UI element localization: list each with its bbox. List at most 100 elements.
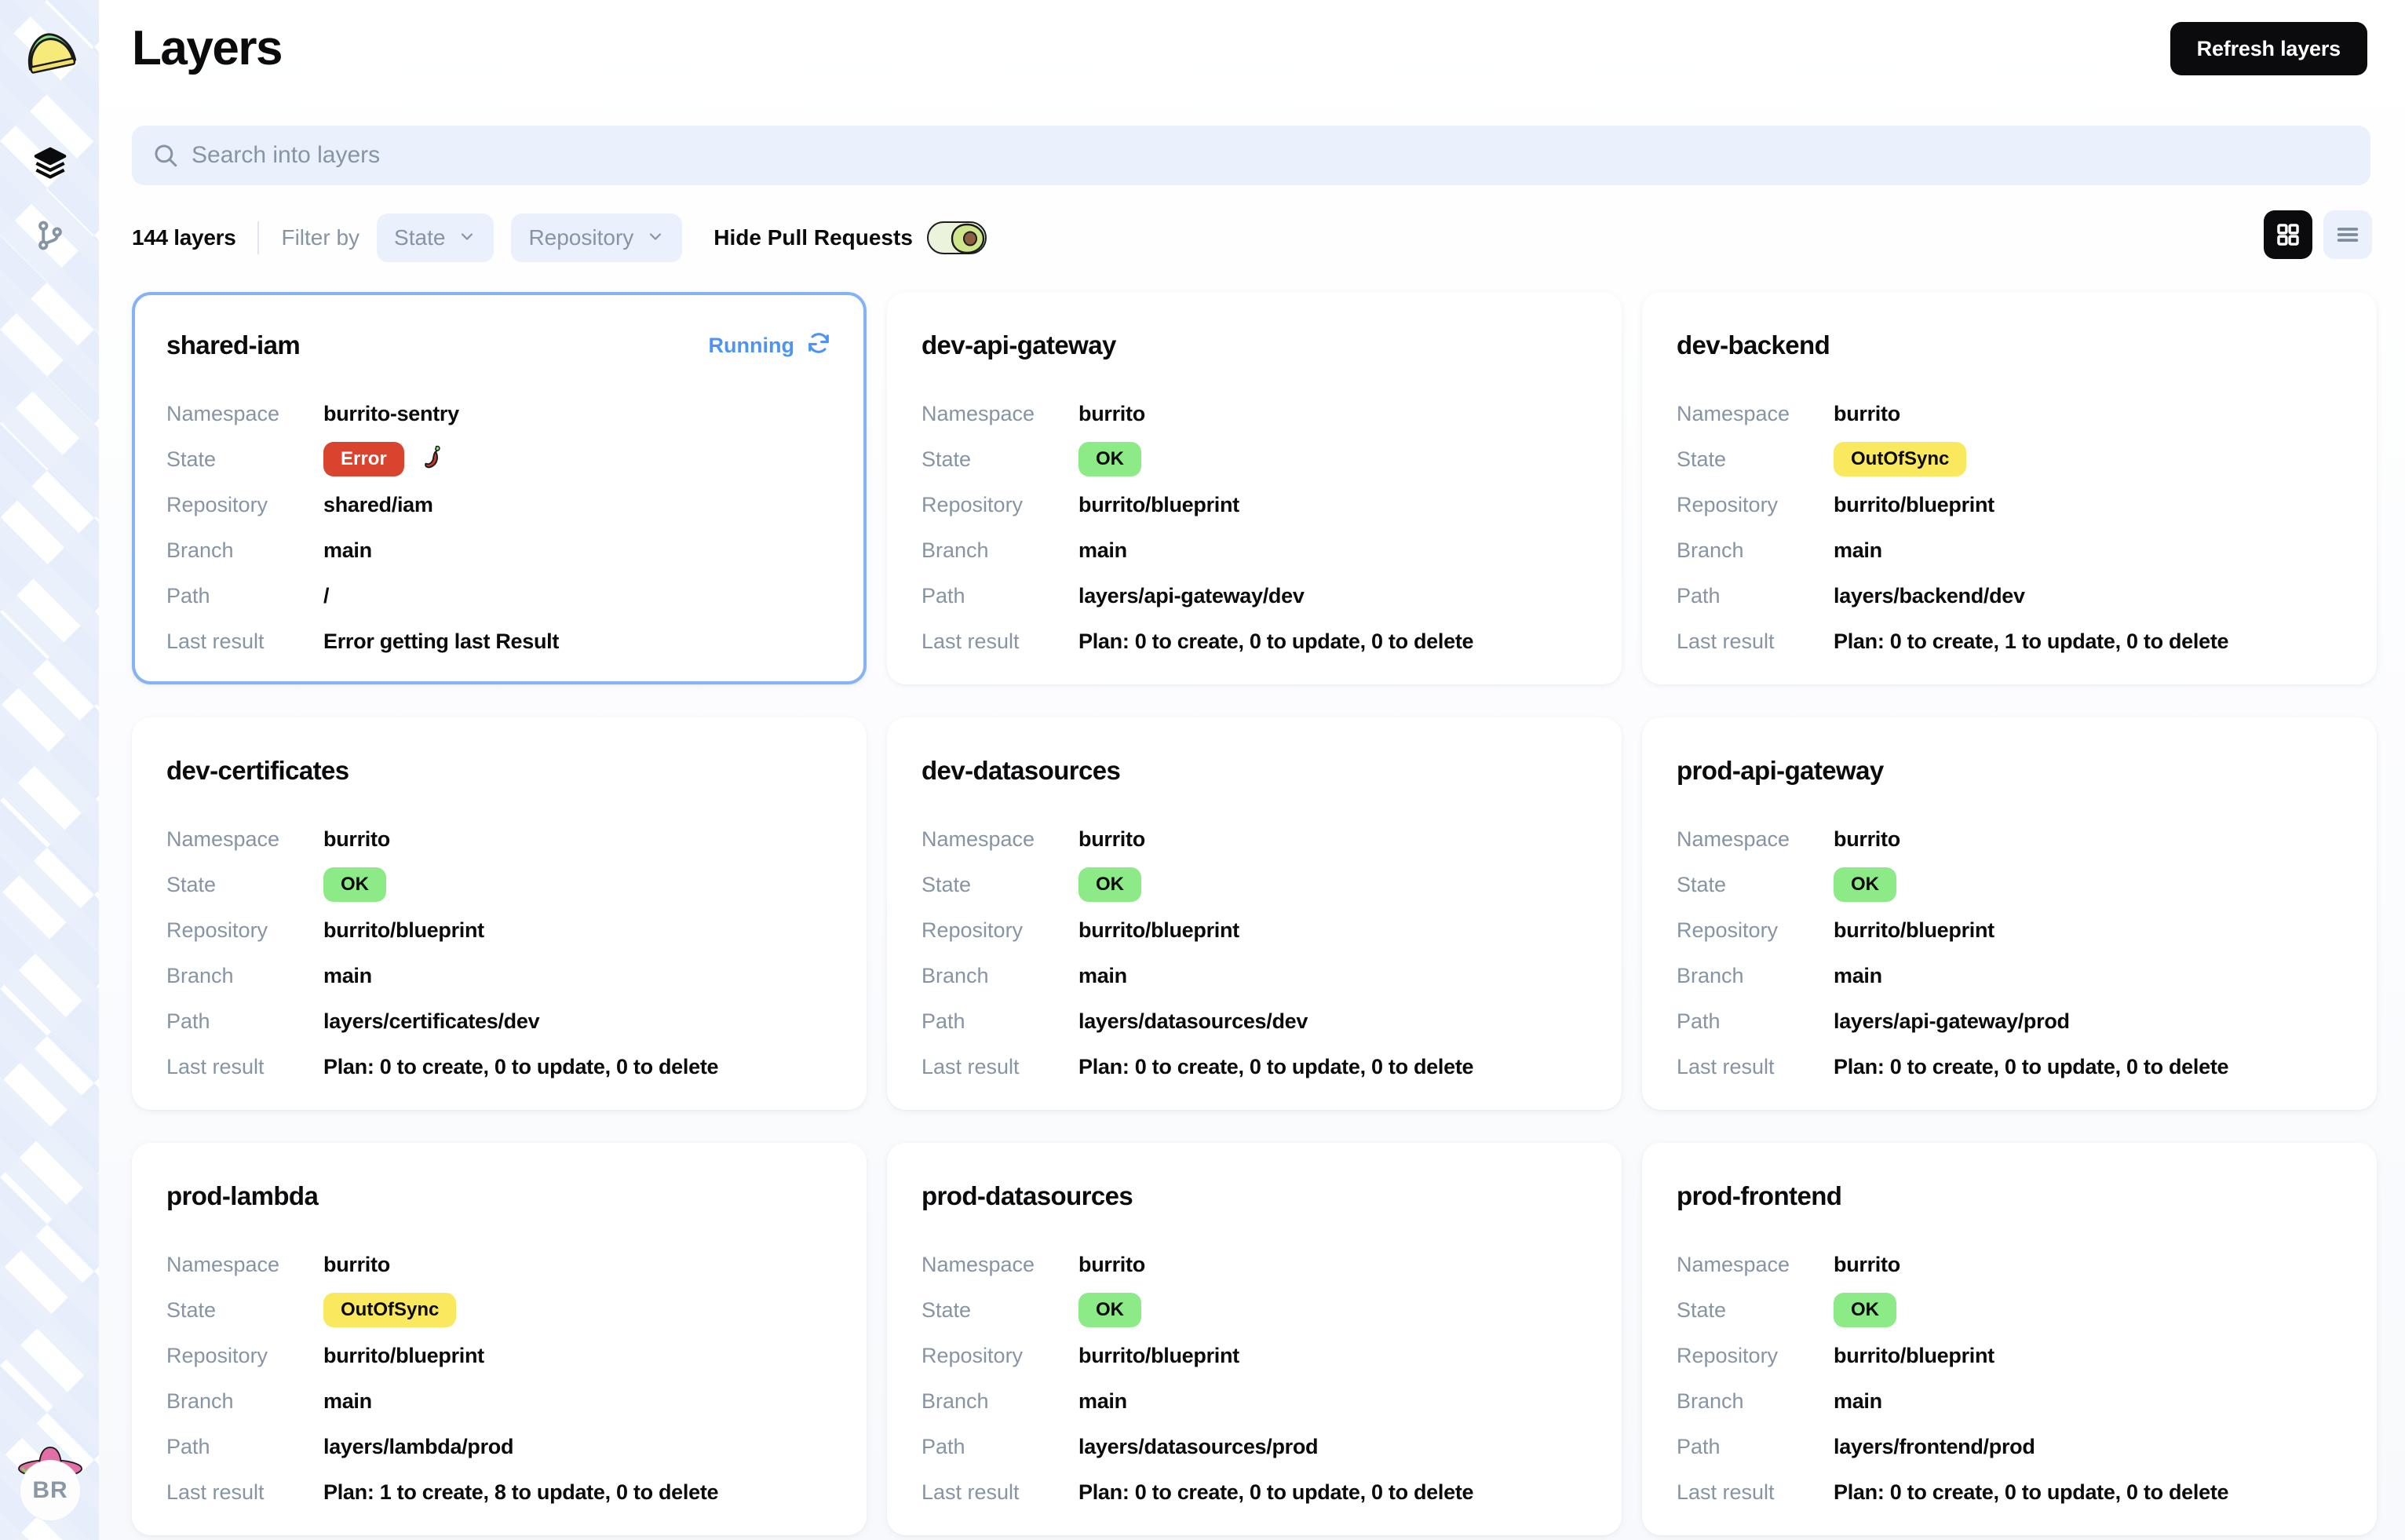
field-label-state: State [1677,873,1834,897]
card-title: prod-frontend [1677,1181,1841,1211]
layer-card[interactable]: prod-datasourcesNamespaceburritoStateOKR… [887,1143,1622,1535]
layer-card[interactable]: dev-backendNamespaceburritoStateOutOfSyn… [1642,292,2377,684]
field-label-namespace: Namespace [921,1253,1078,1277]
status-badge: Error [323,442,404,476]
card-fields: NamespaceburritoStateOutOfSyncRepository… [166,1242,832,1515]
field-value-repository: burrito/blueprint [1834,493,1994,517]
field-repository: Repositoryburrito/blueprint [166,1333,832,1378]
field-last-result: Last resultPlan: 0 to create, 0 to updat… [921,619,1587,664]
field-value-repository: burrito/blueprint [1078,918,1239,943]
field-namespace: Namespaceburrito [1677,816,2342,862]
state-cell: OK [1078,1293,1141,1327]
search-input[interactable] [192,142,2350,169]
field-last-result: Last resultPlan: 0 to create, 0 to updat… [921,1044,1587,1089]
card-title: dev-certificates [166,756,349,786]
card-fields: NamespaceburritoStateOKRepositoryburrito… [921,1242,1587,1515]
search-bar[interactable] [132,126,2370,185]
field-value-last-result: Plan: 0 to create, 0 to update, 0 to del… [1834,1480,2228,1505]
list-view-icon[interactable] [2323,210,2372,259]
field-label-path: Path [1677,1435,1834,1459]
card-header: prod-lambda [166,1174,832,1218]
filter-by-label: Filter by [281,225,359,250]
field-label-namespace: Namespace [921,827,1078,852]
state-cell: OutOfSync [1834,442,1966,476]
state-cell: OK [1834,1293,1896,1327]
field-label-path: Path [166,584,323,608]
filter-chip-repository[interactable]: Repository [511,213,682,262]
grid-view-icon[interactable] [2264,210,2312,259]
field-branch: Branchmain [166,527,832,573]
card-header: dev-certificates [166,749,832,793]
field-value-last-result: Plan: 1 to create, 8 to update, 0 to del… [323,1480,718,1505]
field-last-result: Last resultError getting last Result [166,619,832,664]
field-value-branch: main [1834,1389,1882,1414]
field-value-namespace: burrito [1834,402,1900,426]
card-header: dev-backend [1677,323,2342,367]
layer-card[interactable]: dev-datasourcesNamespaceburritoStateOKRe… [887,717,1622,1110]
field-repository: Repositoryburrito/blueprint [1677,482,2342,527]
card-status[interactable]: Running [709,330,832,362]
field-label-branch: Branch [921,964,1078,988]
layer-card[interactable]: shared-iamRunningNamespaceburrito-sentry… [132,292,867,684]
field-label-last-result: Last result [1677,1480,1834,1505]
field-label-repository: Repository [921,493,1078,517]
hide-pull-requests-toggle[interactable] [927,221,987,254]
sidebar-item-layers[interactable] [28,141,72,185]
state-cell: OK [1078,867,1141,902]
card-header: prod-api-gateway [1677,749,2342,793]
field-value-path: layers/datasources/dev [1078,1009,1308,1034]
field-label-state: State [1677,1298,1834,1323]
field-branch: Branchmain [921,527,1587,573]
layer-card[interactable]: prod-frontend NamespaceburritoStateOKRepo… [1642,1143,2377,1535]
filter-chip-state-label: State [394,225,445,250]
card-fields: NamespaceburritoStateOKRepositoryburrito… [1677,1242,2342,1515]
field-state: StateOK [1677,862,2342,907]
field-value-path: layers/backend/dev [1834,584,2025,608]
field-namespace: Namespaceburrito [166,816,832,862]
field-label-namespace: Namespace [1677,402,1834,426]
field-last-result: Last resultPlan: 0 to create, 0 to updat… [1677,1044,2342,1089]
state-cell: OK [323,867,386,902]
field-label-namespace: Namespace [166,402,323,426]
field-path: Pathlayers/backend/dev [1677,573,2342,619]
avatar-initials: BR [20,1460,81,1521]
field-path: Pathlayers/datasources/prod [921,1424,1587,1469]
layer-card[interactable]: prod-lambda NamespaceburritoStateOutOfSyn… [132,1143,867,1535]
field-label-last-result: Last result [1677,1055,1834,1079]
main-content: Layers Refresh layers 144 layers Filter … [99,0,2405,1540]
field-value-path: layers/api-gateway/dev [1078,584,1305,608]
card-fields: NamespaceburritoStateOKRepositoryburrito… [166,816,832,1089]
state-cell: OK [1078,442,1141,476]
field-repository: Repositoryburrito/blueprint [921,907,1587,953]
refresh-spinner-icon[interactable] [805,330,832,362]
layer-card[interactable]: dev-certificates NamespaceburritoStateOKR… [132,717,867,1110]
field-value-path: layers/frontend/prod [1834,1435,2035,1459]
field-repository: Repositoryburrito/blueprint [1677,1333,2342,1378]
field-label-path: Path [921,584,1078,608]
layers-grid: shared-iamRunningNamespaceburrito-sentry… [132,292,2377,1535]
field-value-path: layers/certificates/dev [323,1009,539,1034]
status-badge: OK [1078,442,1141,476]
avatar[interactable]: BR [14,1440,86,1526]
filter-chip-repository-label: Repository [528,225,633,250]
sidebar-item-pull-requests[interactable] [28,213,72,257]
field-branch: Branchmain [921,1378,1587,1424]
card-title: shared-iam [166,330,300,360]
field-repository: Repositoryshared/iam [166,482,832,527]
field-label-path: Path [1677,584,1834,608]
field-label-namespace: Namespace [166,1253,323,1277]
card-fields: NamespaceburritoStateOKRepositoryburrito… [921,391,1587,664]
status-badge: OutOfSync [323,1293,456,1327]
hide-pull-requests-label: Hide Pull Requests [713,225,913,250]
field-value-branch: main [1078,1389,1127,1414]
field-label-repository: Repository [921,1344,1078,1368]
field-branch: Branchmain [166,953,832,998]
filter-chip-state[interactable]: State [377,213,494,262]
field-value-namespace: burrito [1078,827,1145,852]
layer-card[interactable]: dev-api-gatewayNamespaceburritoStateOKRe… [887,292,1622,684]
layer-card[interactable]: prod-api-gatewayNamespaceburritoStateOKR… [1642,717,2377,1110]
filter-divider [257,221,259,254]
refresh-layers-button[interactable]: Refresh layers [2170,22,2367,75]
taco-icon[interactable] [11,14,89,93]
view-toggle-group [2264,210,2372,259]
